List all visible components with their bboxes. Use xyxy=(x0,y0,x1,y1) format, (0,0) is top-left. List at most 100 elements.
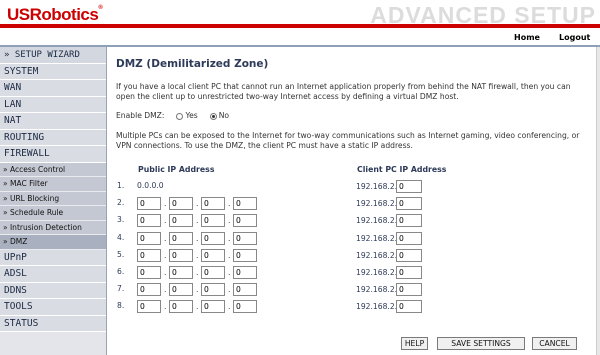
ip-separator: . xyxy=(228,250,231,260)
public-ip-octet-input[interactable]: 0 xyxy=(137,197,161,211)
public-ip-octet-input[interactable]: 0 xyxy=(201,231,225,245)
public-ip-octet-input[interactable]: 0 xyxy=(137,300,161,314)
main-content: DMZ (Demilitarized Zone) If you have a l… xyxy=(108,47,596,355)
logout-link[interactable]: Logout xyxy=(559,33,590,42)
row-number: 1. xyxy=(117,181,125,190)
sidebar-item-status[interactable]: STATUS xyxy=(0,315,106,332)
public-ip-octet-input[interactable]: 0 xyxy=(137,214,161,228)
public-ip-octet-input[interactable]: 0 xyxy=(137,248,161,262)
sidebar-item-setup-wizard[interactable]: » SETUP WIZARD xyxy=(0,47,106,64)
sidebar-item-system[interactable]: SYSTEM xyxy=(0,63,106,80)
row-number: 5. xyxy=(117,249,125,259)
row-number: 4. xyxy=(117,232,125,242)
row-number: 6. xyxy=(117,267,125,276)
row-number: 3. xyxy=(117,215,125,225)
yes-radio[interactable] xyxy=(176,112,184,120)
public-ip-octet-input[interactable]: 0 xyxy=(169,231,193,245)
sidebar-item-upnp[interactable]: UPnP xyxy=(0,249,106,266)
public-ip-octet-input[interactable]: 0 xyxy=(233,231,257,245)
sidebar-item-lan[interactable]: LAN xyxy=(0,96,106,113)
ip-separator: . xyxy=(196,302,199,312)
public-ip-octet-input[interactable]: 0 xyxy=(169,248,193,262)
no-label: No xyxy=(218,111,230,120)
ip-separator: . xyxy=(164,216,167,226)
client-ip-prefix: 192.168.2. xyxy=(356,182,398,191)
sidebar-subitem-dmz[interactable]: » DMZ xyxy=(0,235,106,250)
dmz-yes-option[interactable]: Yes xyxy=(170,111,198,120)
public-ip-octet-input[interactable]: 0 xyxy=(201,283,225,297)
ip-separator: . xyxy=(196,199,199,209)
ip-separator: . xyxy=(164,199,167,209)
scrollbar[interactable] xyxy=(596,47,600,355)
ip-separator: . xyxy=(196,233,199,243)
save-settings-button[interactable]: SAVE SETTINGS xyxy=(437,337,525,350)
ip-separator: . xyxy=(228,285,231,295)
public-ip-octet-input[interactable]: 0 xyxy=(169,300,193,314)
sidebar-subitem-schedule-rule[interactable]: » Schedule Rule xyxy=(0,206,106,221)
client-ip-input[interactable]: 0 xyxy=(396,283,422,297)
public-ip-octet-input[interactable]: 0 xyxy=(233,266,257,279)
public-ip-octet-input[interactable]: 0 xyxy=(137,231,161,245)
client-ip-input[interactable]: 0 xyxy=(396,231,422,245)
client-ip-input[interactable]: 0 xyxy=(396,180,422,193)
sidebar-subitem-mac-filter[interactable]: » MAC Filter xyxy=(0,177,106,192)
advanced-setup-title: ADVANCED SETUP xyxy=(370,2,596,28)
public-ip-octet-input[interactable]: 0 xyxy=(137,266,161,279)
cancel-button[interactable]: CANCEL xyxy=(532,337,577,350)
ip-separator: . xyxy=(164,302,167,312)
client-ip-prefix: 192.168.2. xyxy=(356,216,398,226)
public-ip-octet-input[interactable]: 0 xyxy=(201,248,225,262)
sidebar-item-wan[interactable]: WAN xyxy=(0,80,106,97)
public-ip-octet-input[interactable]: 0 xyxy=(169,266,193,279)
sidebar-item-tools[interactable]: TOOLS xyxy=(0,299,106,316)
client-ip-header: Client PC IP Address xyxy=(357,165,447,174)
public-ip-octet-input[interactable]: 0 xyxy=(201,197,225,211)
top-nav: Home Logout xyxy=(0,32,600,46)
public-ip-octet-input[interactable]: 0 xyxy=(233,197,257,211)
home-link[interactable]: Home xyxy=(514,33,540,42)
public-ip-octet-input[interactable]: 0 xyxy=(169,214,193,228)
sidebar-subitem-access-control[interactable]: » Access Control xyxy=(0,162,106,177)
client-ip-prefix: 192.168.2. xyxy=(356,233,398,243)
sidebar-item-routing[interactable]: ROUTING xyxy=(0,129,106,146)
sidebar-subitem-url-blocking[interactable]: » URL Blocking xyxy=(0,191,106,206)
public-ip-octet-input[interactable]: 0 xyxy=(169,283,193,297)
usrobotics-logo: USRobotics® xyxy=(7,5,103,25)
page-title: DMZ (Demilitarized Zone) xyxy=(116,58,269,70)
public-ip-octet-input[interactable]: 0 xyxy=(233,300,257,314)
intro-text: If you have a local client PC that canno… xyxy=(116,82,571,101)
public-ip-octet-input[interactable]: 0 xyxy=(201,300,225,314)
dmz-no-option[interactable]: No xyxy=(204,111,229,120)
client-ip-input[interactable]: 0 xyxy=(396,266,422,279)
client-ip-input[interactable]: 0 xyxy=(396,300,422,314)
header-bar: USRobotics® ADVANCED SETUP xyxy=(0,0,600,28)
public-ip-static: 0.0.0.0 xyxy=(137,181,164,190)
sidebar: » SETUP WIZARD SYSTEM WAN LAN NAT ROUTIN… xyxy=(0,47,107,355)
sidebar-item-ddns[interactable]: DDNS xyxy=(0,282,106,299)
no-radio[interactable] xyxy=(209,112,217,120)
client-ip-input[interactable]: 0 xyxy=(396,248,422,262)
sidebar-item-adsl[interactable]: ADSL xyxy=(0,266,106,283)
multi-pc-text: Multiple PCs can be exposed to the Inter… xyxy=(116,131,580,150)
ip-separator: . xyxy=(164,285,167,295)
sidebar-subitem-intrusion-detection[interactable]: » Intrusion Detection xyxy=(0,220,106,235)
client-ip-prefix: 192.168.2. xyxy=(356,285,398,295)
sidebar-item-firewall[interactable]: FIREWALL xyxy=(0,146,106,163)
registered-mark: ® xyxy=(98,5,103,11)
ip-separator: . xyxy=(228,302,231,312)
public-ip-octet-input[interactable]: 0 xyxy=(233,248,257,262)
client-ip-input[interactable]: 0 xyxy=(396,197,422,211)
public-ip-octet-input[interactable]: 0 xyxy=(201,266,225,279)
sidebar-item-nat[interactable]: NAT xyxy=(0,113,106,130)
ip-separator: . xyxy=(164,268,167,277)
public-ip-octet-input[interactable]: 0 xyxy=(201,214,225,228)
client-ip-input[interactable]: 0 xyxy=(396,214,422,228)
public-ip-octet-input[interactable]: 0 xyxy=(169,197,193,211)
public-ip-octet-input[interactable]: 0 xyxy=(137,283,161,297)
public-ip-octet-input[interactable]: 0 xyxy=(233,283,257,297)
client-ip-prefix: 192.168.2. xyxy=(356,268,398,277)
public-ip-octet-input[interactable]: 0 xyxy=(233,214,257,228)
ip-separator: . xyxy=(196,216,199,226)
help-button[interactable]: HELP xyxy=(401,337,428,350)
ip-separator: . xyxy=(164,250,167,260)
